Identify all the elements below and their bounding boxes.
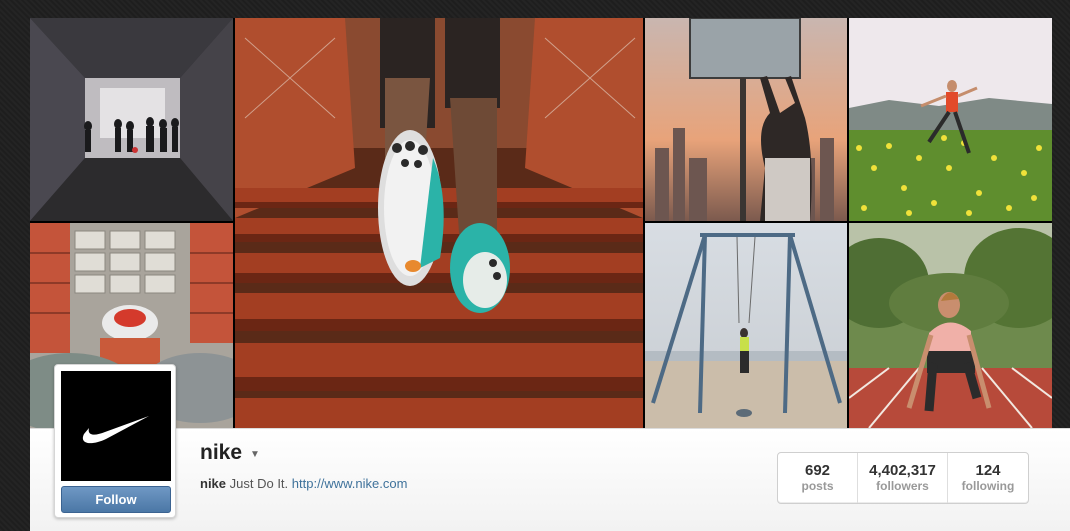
tunnel-soccer-photo[interactable] bbox=[30, 18, 233, 221]
profile-bio: nike Just Do It. http://www.nike.com bbox=[200, 476, 407, 491]
header-photo-mosaic bbox=[30, 18, 1052, 428]
avatar[interactable] bbox=[61, 371, 171, 481]
swoosh-icon bbox=[82, 416, 149, 444]
username-row: nike ▼ bbox=[200, 441, 260, 465]
profile-avatar-card: Follow bbox=[54, 364, 176, 518]
stat-following[interactable]: 124 following bbox=[948, 453, 1028, 503]
field-jump-photo[interactable] bbox=[849, 18, 1052, 221]
stat-value: 4,402,317 bbox=[869, 462, 936, 479]
profile-stats: 692 posts 4,402,317 followers 124 follow… bbox=[777, 452, 1029, 504]
stat-value: 692 bbox=[804, 462, 831, 479]
stat-value: 124 bbox=[975, 462, 1001, 479]
runner-stairs-photo[interactable] bbox=[235, 18, 643, 428]
caret-down-icon[interactable]: ▼ bbox=[250, 449, 260, 460]
stat-followers[interactable]: 4,402,317 followers bbox=[858, 453, 948, 503]
follow-button[interactable]: Follow bbox=[61, 486, 171, 513]
website-link[interactable]: http://www.nike.com bbox=[292, 476, 408, 491]
beach-swing-photo[interactable] bbox=[645, 223, 847, 428]
bio-text: Just Do It. bbox=[229, 476, 289, 491]
stat-posts[interactable]: 692 posts bbox=[778, 453, 858, 503]
stat-label: posts bbox=[801, 479, 834, 493]
stat-label: followers bbox=[876, 479, 929, 493]
basketball-sunset-photo[interactable] bbox=[645, 18, 847, 221]
track-start-photo[interactable] bbox=[849, 223, 1052, 428]
profile-username: nike bbox=[200, 441, 243, 464]
stat-label: following bbox=[961, 479, 1015, 493]
bio-name: nike bbox=[200, 476, 227, 491]
